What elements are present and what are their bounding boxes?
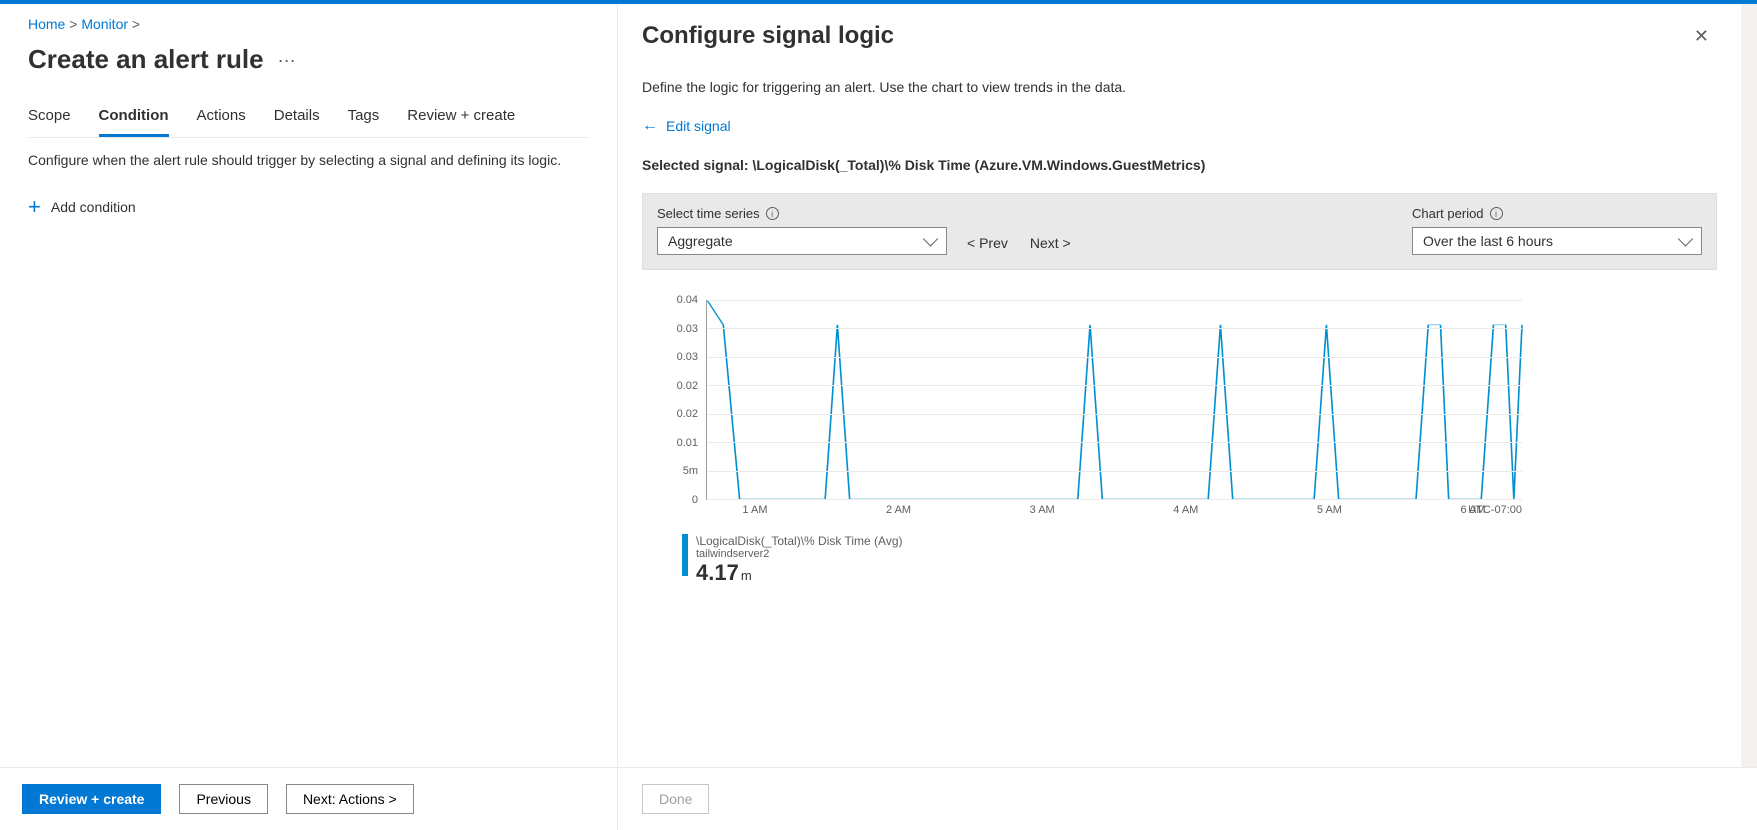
back-arrow-icon: ← [642, 117, 658, 135]
breadcrumb: Home > Monitor > [28, 16, 589, 32]
chart-controls: Select time series i Aggregate < Prev Ne… [642, 193, 1717, 270]
x-tick: 1 AM [742, 504, 767, 516]
chart-legend: \LogicalDisk(_Total)\% Disk Time (Avg) t… [662, 534, 1717, 586]
next-series-button[interactable]: Next > [1030, 235, 1071, 251]
y-tick: 0.03 [658, 323, 698, 335]
x-tick: 4 AM [1173, 504, 1198, 516]
close-icon[interactable]: ✕ [1686, 22, 1717, 51]
next-actions-button[interactable]: Next: Actions > [286, 784, 414, 814]
tab-actions[interactable]: Actions [197, 101, 246, 137]
add-condition-button[interactable]: + Add condition [28, 196, 136, 218]
x-timezone: UTC-07:00 [1468, 504, 1522, 516]
add-condition-label: Add condition [51, 199, 136, 215]
breadcrumb-home[interactable]: Home [28, 16, 65, 32]
y-tick: 0.04 [658, 294, 698, 306]
y-tick: 0.02 [658, 380, 698, 392]
breadcrumb-monitor[interactable]: Monitor [81, 16, 128, 32]
condition-description: Configure when the alert rule should tri… [28, 152, 589, 168]
x-tick: 2 AM [886, 504, 911, 516]
selected-signal-label: Selected signal: [642, 157, 749, 173]
chart-period-select[interactable]: Over the last 6 hours [1412, 227, 1702, 255]
tab-tags[interactable]: Tags [348, 101, 380, 137]
tab-details[interactable]: Details [274, 101, 320, 137]
x-tick: 3 AM [1030, 504, 1055, 516]
signal-chart: 05m0.010.020.020.030.030.04 1 AM2 AM3 AM… [642, 300, 1717, 586]
y-tick: 0.02 [658, 408, 698, 420]
right-footer: Done [618, 767, 1757, 830]
page-title: Create an alert rule [28, 44, 264, 75]
tabs-bar: Scope Condition Actions Details Tags Rev… [28, 101, 589, 138]
more-icon[interactable]: ⋯ [278, 52, 296, 70]
edit-signal-label: Edit signal [666, 118, 731, 134]
done-button[interactable]: Done [642, 784, 709, 814]
y-tick: 0.01 [658, 437, 698, 449]
blade-description: Define the logic for triggering an alert… [642, 79, 1717, 95]
time-series-select[interactable]: Aggregate [657, 227, 947, 255]
info-icon[interactable]: i [766, 207, 779, 220]
y-tick: 0.03 [658, 351, 698, 363]
legend-metric: \LogicalDisk(_Total)\% Disk Time (Avg) [696, 534, 903, 548]
chart-period-label: Chart period i [1412, 206, 1702, 221]
review-create-button[interactable]: Review + create [22, 784, 161, 814]
blade-title: Configure signal logic [642, 22, 894, 50]
info-icon[interactable]: i [1490, 207, 1503, 220]
time-series-label: Select time series i [657, 206, 947, 221]
left-footer: Review + create Previous Next: Actions > [0, 767, 617, 830]
tab-scope[interactable]: Scope [28, 101, 71, 137]
y-tick: 5m [658, 465, 698, 477]
selected-signal: Selected signal: \LogicalDisk(_Total)\% … [642, 157, 1717, 173]
legend-color-swatch [682, 534, 688, 576]
tab-review[interactable]: Review + create [407, 101, 515, 137]
y-tick: 0 [658, 494, 698, 506]
plus-icon: + [28, 196, 41, 218]
x-tick: 5 AM [1317, 504, 1342, 516]
tab-condition[interactable]: Condition [99, 101, 169, 137]
edit-signal-link[interactable]: ← Edit signal [642, 117, 731, 135]
legend-value: 4.17m [696, 560, 903, 586]
legend-resource: tailwindserver2 [696, 548, 903, 560]
previous-button[interactable]: Previous [179, 784, 267, 814]
prev-series-button[interactable]: < Prev [967, 235, 1008, 251]
selected-signal-value: \LogicalDisk(_Total)\% Disk Time (Azure.… [752, 157, 1205, 173]
